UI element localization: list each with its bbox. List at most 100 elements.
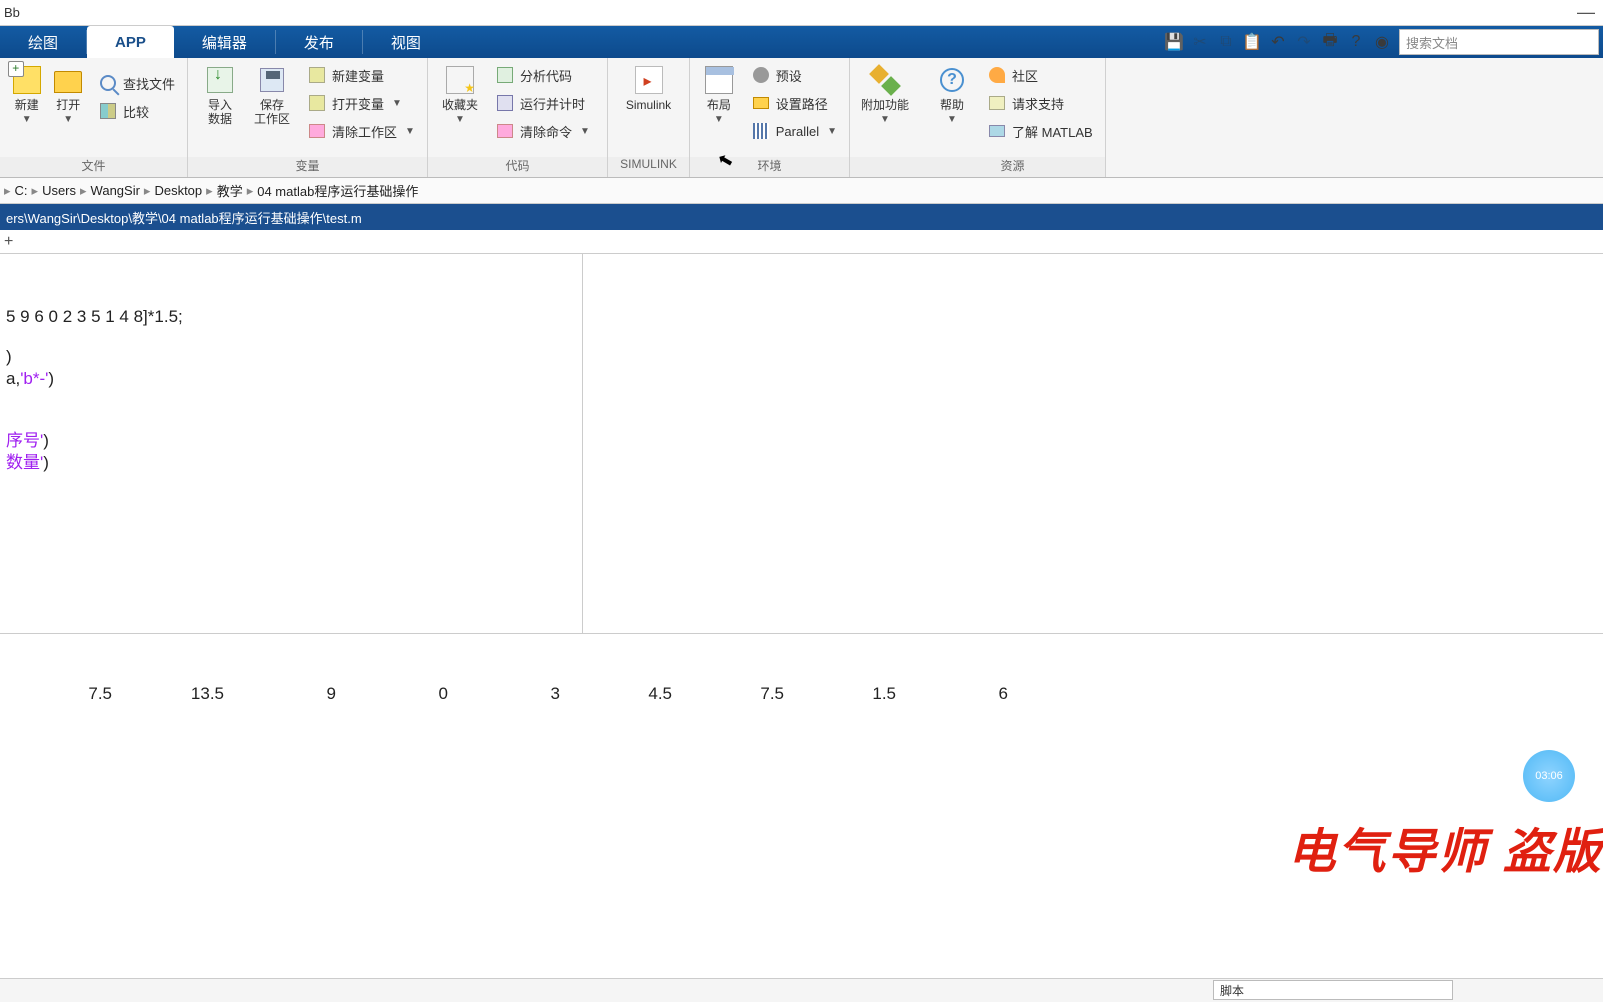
open-button[interactable]: 打开 ▼: [51, 64, 84, 125]
clear-cmd-label: 清除命令: [520, 122, 572, 141]
dropdown-icon[interactable]: ◉: [1369, 29, 1395, 55]
learn-matlab-button[interactable]: 了解 MATLAB: [982, 118, 1099, 144]
breadcrumb[interactable]: ▸ C: ▸ Users ▸ WangSir ▸ Desktop ▸ 教学 ▸ …: [0, 178, 1603, 204]
open-label: 打开: [56, 98, 80, 112]
tab-publish[interactable]: 发布: [276, 26, 362, 58]
clear-ws-label: 清除工作区: [332, 122, 397, 141]
code-string: 'b*-': [20, 369, 48, 388]
output-cell: 4.5: [560, 684, 672, 704]
breadcrumb-seg[interactable]: Desktop: [154, 183, 202, 198]
community-label: 社区: [1012, 66, 1038, 85]
open-variable-button[interactable]: 打开变量 ▼: [302, 90, 421, 116]
breadcrumb-seg[interactable]: Users: [42, 183, 76, 198]
favorites-label: 收藏夹: [442, 98, 478, 112]
output-cell: 1.5: [784, 684, 896, 704]
paste-icon[interactable]: 📋: [1239, 29, 1265, 55]
request-support-button[interactable]: 请求支持: [982, 90, 1099, 116]
copy-icon[interactable]: ⧉: [1213, 29, 1239, 55]
parallel-label: Parallel: [776, 124, 819, 139]
group-label-env: 环境: [690, 157, 849, 177]
open-var-label: 打开变量: [332, 94, 384, 113]
analyze-code-button[interactable]: 分析代码: [490, 62, 596, 88]
code-line: ): [43, 431, 49, 450]
clear-commands-button[interactable]: 清除命令 ▼: [490, 118, 596, 144]
editor-area: 5 9 6 0 2 3 5 1 4 8]*1.5; ) a,'b*-') 序号'…: [0, 254, 1603, 634]
support-label: 请求支持: [1012, 94, 1064, 113]
command-output: 7.5 13.5 9 0 3 4.5 7.5 1.5 6: [0, 634, 1603, 724]
analyze-label: 分析代码: [520, 66, 572, 85]
tab-view[interactable]: 视图: [363, 26, 449, 58]
run-and-time-button[interactable]: 运行并计时: [490, 90, 596, 116]
code-string: 序号': [6, 431, 43, 450]
save-icon[interactable]: 💾: [1161, 29, 1187, 55]
favorites-button[interactable]: 收藏夹 ▼: [438, 64, 482, 125]
parallel-icon: [753, 123, 769, 139]
chevron-down-icon: ▼: [455, 114, 465, 125]
new-var-label: 新建变量: [332, 66, 384, 85]
parallel-button[interactable]: Parallel ▼: [746, 118, 843, 144]
output-row: 7.5 13.5 9 0 3 4.5 7.5 1.5 6: [0, 684, 1563, 704]
chevron-down-icon: ▼: [880, 114, 890, 125]
chevron-right-icon: ▸: [80, 183, 87, 199]
breadcrumb-seg[interactable]: C:: [15, 183, 28, 198]
tab-app[interactable]: APP: [87, 26, 174, 58]
breadcrumb-seg[interactable]: 教学: [217, 181, 243, 200]
find-files-label: 查找文件: [123, 74, 175, 93]
quick-access-bar: 💾 ✂ ⧉ 📋 ↶ ↷ 🖶 ? ◉ 搜索文档: [1161, 26, 1603, 58]
redo-icon[interactable]: ↷: [1291, 29, 1317, 55]
addon-label: 附加功能: [861, 98, 909, 112]
chevron-down-icon: ▼: [392, 98, 402, 109]
group-label-file: 文件: [0, 157, 187, 177]
clear-cmd-icon: [497, 124, 513, 138]
simulink-button[interactable]: Simulink: [618, 64, 679, 112]
chevron-down-icon: ▼: [580, 126, 590, 137]
community-button[interactable]: 社区: [982, 62, 1099, 88]
undo-icon[interactable]: ↶: [1265, 29, 1291, 55]
app-title: Bb: [4, 5, 20, 20]
search-input[interactable]: 搜索文档: [1399, 29, 1599, 55]
find-files-button[interactable]: 查找文件: [93, 70, 181, 96]
tab-editor[interactable]: 编辑器: [174, 26, 275, 58]
add-tab-button[interactable]: +: [4, 233, 13, 251]
status-script-box: 脚本: [1213, 980, 1453, 1000]
new-variable-button[interactable]: 新建变量: [302, 62, 421, 88]
tab-plot[interactable]: 绘图: [0, 26, 86, 58]
group-label-resources: 资源: [920, 157, 1105, 177]
print-icon[interactable]: 🖶: [1317, 29, 1343, 55]
group-label-simulink: SIMULINK: [608, 157, 689, 177]
save-workspace-button[interactable]: 保存 工作区: [250, 64, 294, 126]
code-line: ): [48, 369, 54, 388]
addons-button[interactable]: 附加功能 ▼: [860, 64, 910, 125]
breadcrumb-seg[interactable]: 04 matlab程序运行基础操作: [257, 181, 418, 200]
chevron-down-icon: ▼: [22, 114, 32, 125]
code-line: ): [43, 453, 49, 472]
set-path-button[interactable]: 设置路径: [746, 90, 843, 116]
run-time-label: 运行并计时: [520, 94, 585, 113]
group-label-code: 代码: [428, 157, 607, 177]
clear-workspace-button[interactable]: 清除工作区 ▼: [302, 118, 421, 144]
analyze-icon: [497, 67, 513, 83]
chevron-down-icon: ▼: [714, 114, 724, 125]
preferences-button[interactable]: 预设: [746, 62, 843, 88]
save-workspace-icon: [260, 68, 284, 92]
code-line: ): [6, 347, 12, 366]
output-cell: 13.5: [112, 684, 224, 704]
new-button[interactable]: 新建 ▼: [10, 64, 43, 125]
import-data-button[interactable]: 导入 数据: [198, 64, 242, 126]
compare-icon: [100, 103, 116, 119]
breadcrumb-seg[interactable]: WangSir: [91, 183, 140, 198]
chevron-down-icon: ▼: [63, 114, 73, 125]
chevron-right-icon: ▸: [247, 183, 254, 199]
help-button[interactable]: ? 帮助 ▼: [930, 64, 974, 125]
code-editor[interactable]: 5 9 6 0 2 3 5 1 4 8]*1.5; ) a,'b*-') 序号'…: [0, 254, 582, 633]
layout-button[interactable]: 布局 ▼: [700, 64, 738, 125]
compare-button[interactable]: 比较: [93, 98, 181, 124]
editor-tab-row: +: [0, 230, 1603, 254]
layout-label: 布局: [707, 98, 731, 112]
help-icon[interactable]: ?: [1343, 29, 1369, 55]
code-line: 5 9 6 0 2 3 5 1 4 8]*1.5;: [6, 307, 183, 326]
minimize-button[interactable]: —: [1577, 2, 1595, 23]
cut-icon[interactable]: ✂: [1187, 29, 1213, 55]
ribbon: 新建 ▼ 打开 ▼ 查找文件 比较 文件: [0, 58, 1603, 178]
folder-open-icon: [54, 71, 82, 93]
